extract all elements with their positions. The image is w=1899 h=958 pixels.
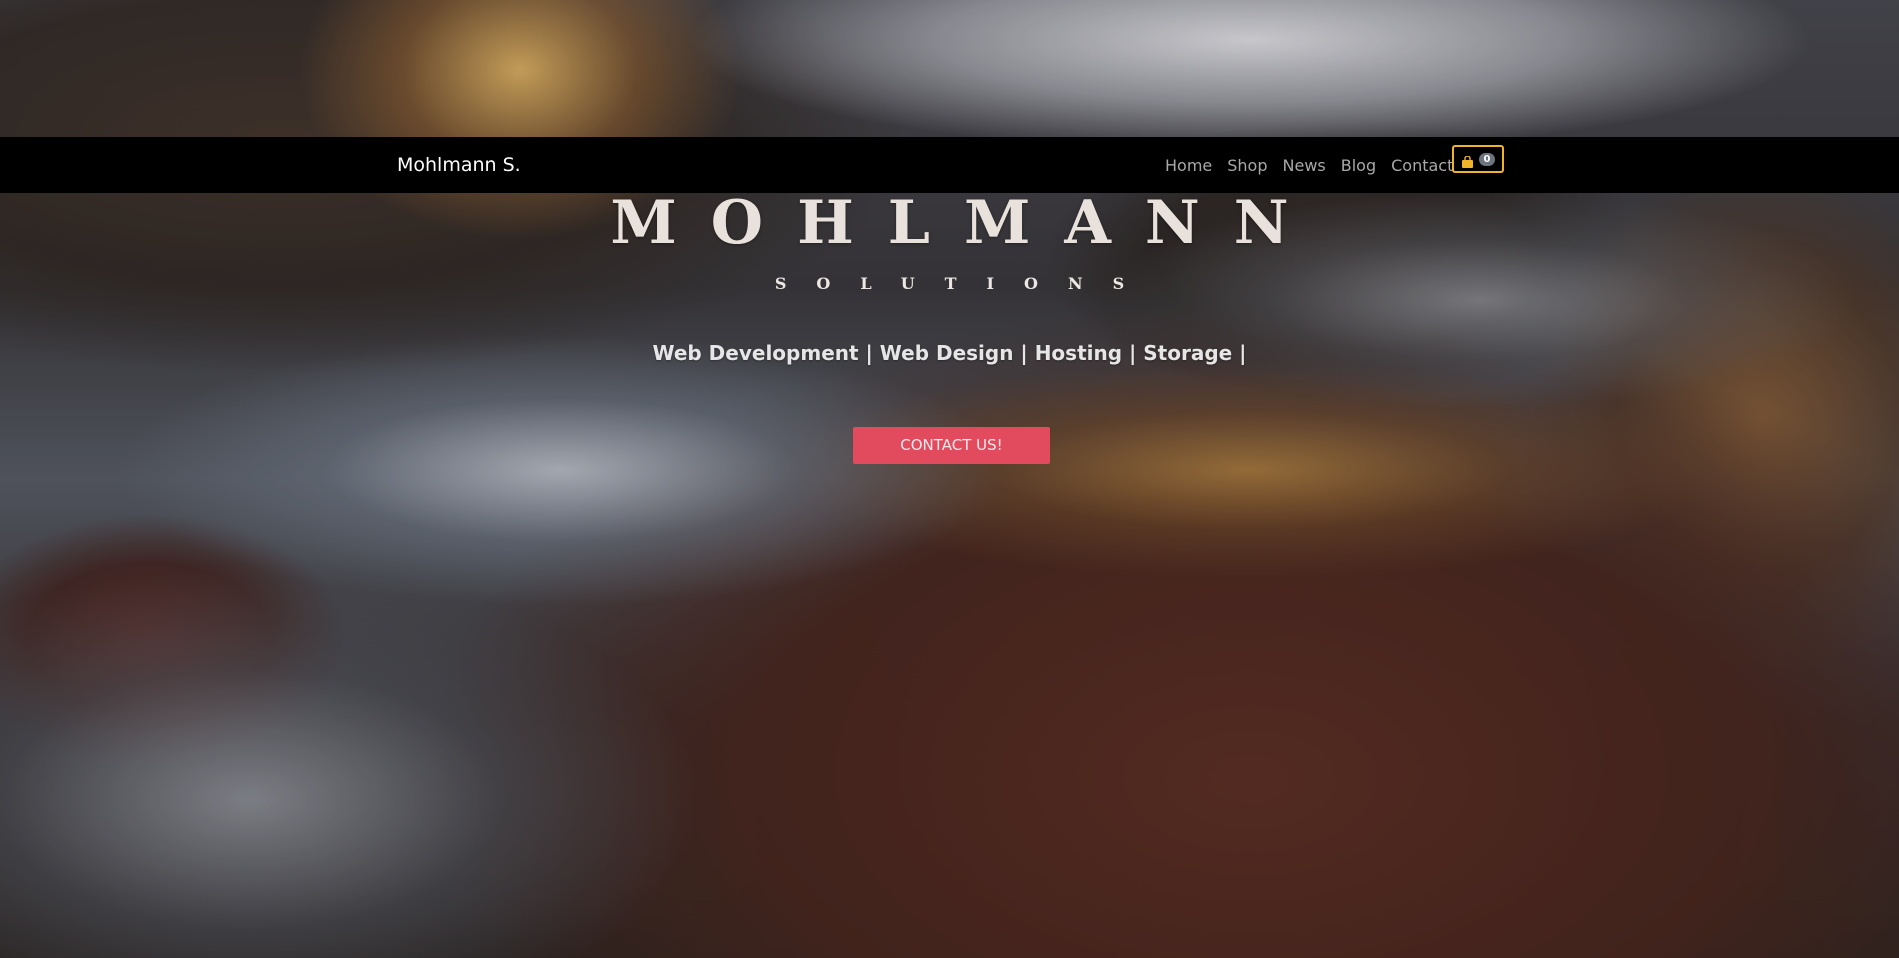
cart-count-badge: 0 <box>1478 152 1496 166</box>
nav-link-contact[interactable]: Contact <box>1391 156 1453 175</box>
nav-link-blog[interactable]: Blog <box>1341 156 1376 175</box>
nav-link-home[interactable]: Home <box>1165 156 1212 175</box>
nav-link-shop[interactable]: Shop <box>1227 156 1267 175</box>
nav-link-news[interactable]: News <box>1283 156 1326 175</box>
shopping-bag-icon <box>1461 153 1474 168</box>
nav-links: Home Shop News Blog Contact <box>1165 156 1453 175</box>
navbar: Mohlmann S. Home Shop News Blog Contact … <box>0 137 1899 193</box>
contact-us-button[interactable]: CONTACT US! <box>853 427 1050 464</box>
brand-link[interactable]: Mohlmann S. <box>397 154 521 176</box>
hero-tagline: Web Development | Web Design | Hosting |… <box>652 341 1247 365</box>
page: Mohlmann S. Home Shop News Blog Contact … <box>0 0 1899 958</box>
cart-button[interactable]: 0 <box>1452 145 1504 173</box>
hero-subtitle: SOLUTIONS <box>774 274 1155 293</box>
hero-title: MOHLMANN <box>610 188 1323 258</box>
